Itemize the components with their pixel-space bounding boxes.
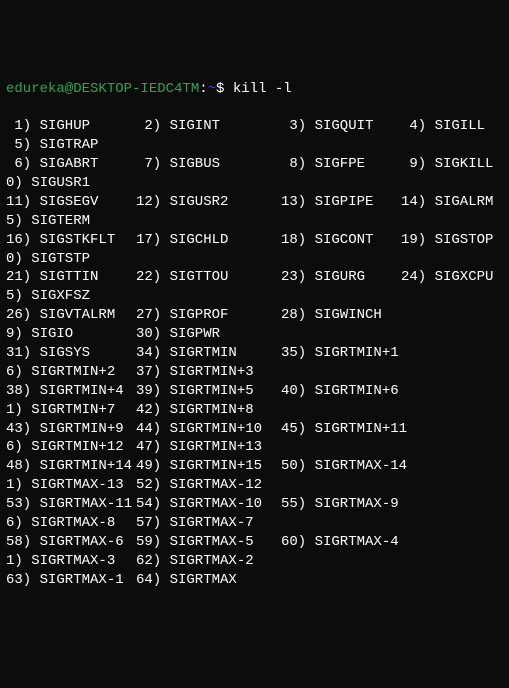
signal-entry: 39) SIGRTMIN+5 [136,382,281,401]
signal-row: 58) SIGRTMAX-659) SIGRTMAX-560) SIGRTMAX… [6,533,503,552]
signal-row: 53) SIGRTMAX-1154) SIGRTMAX-1055) SIGRTM… [6,495,503,514]
signal-entry: 6) SIGRTMIN+12 [6,438,136,457]
signal-entry: 34) SIGRTMIN [136,344,281,363]
signal-entry: 11) SIGSEGV [6,193,136,212]
signal-entry: 1) SIGRTMAX-3 [6,552,136,571]
signal-entry: 1) SIGHUP [6,117,136,136]
signal-row: 63) SIGRTMAX-164) SIGRTMAX [6,571,503,590]
signal-entry: 58) SIGRTMAX-6 [6,533,136,552]
signal-entry: 2) SIGINT [136,117,281,136]
cwd-path: ~ [208,81,216,97]
signal-entry: 5) SIGXFSZ [6,287,136,306]
signal-entry: 59) SIGRTMAX-5 [136,533,281,552]
signal-row: 0) SIGTSTP [6,250,503,269]
cmd-symbol: $ [216,81,233,97]
command-text: kill -l [233,81,292,97]
signal-entry: 6) SIGRTMIN+2 [6,363,136,382]
signal-entry: 1) SIGRTMIN+7 [6,401,136,420]
signal-row: 11) SIGSEGV12) SIGUSR213) SIGPIPE14) SIG… [6,193,503,212]
signal-entry: 1) SIGRTMAX-13 [6,476,136,495]
signal-entry: 16) SIGSTKFLT [6,231,136,250]
signal-entry: 37) SIGRTMIN+3 [136,363,281,382]
signal-entry: 43) SIGRTMIN+9 [6,420,136,439]
signal-entry: 45) SIGRTMIN+11 [281,420,401,439]
signal-row: 6) SIGRTMIN+1247) SIGRTMIN+13 [6,438,503,457]
signal-entry: 57) SIGRTMAX-7 [136,514,281,533]
signal-entry: 23) SIGURG [281,268,401,287]
signal-entry: 7) SIGBUS [136,155,281,174]
signal-row: 1) SIGHUP 2) SIGINT 3) SIGQUIT 4) SIGILL [6,117,503,136]
signal-entry: 35) SIGRTMIN+1 [281,344,401,363]
signal-entry: 28) SIGWINCH [281,306,401,325]
signal-entry: 13) SIGPIPE [281,193,401,212]
signal-entry: 42) SIGRTMIN+8 [136,401,281,420]
signal-entry: 54) SIGRTMAX-10 [136,495,281,514]
signal-row: 5) SIGTRAP [6,136,503,155]
signal-row: 1) SIGRTMAX-362) SIGRTMAX-2 [6,552,503,571]
signal-entry: 4) SIGILL [401,117,485,136]
signal-row: 16) SIGSTKFLT17) SIGCHLD18) SIGCONT19) S… [6,231,503,250]
signal-row: 5) SIGTERM [6,212,503,231]
signal-entry: 5) SIGTRAP [6,136,136,155]
signal-row: 38) SIGRTMIN+439) SIGRTMIN+540) SIGRTMIN… [6,382,503,401]
signal-entry: 26) SIGVTALRM [6,306,136,325]
signal-entry: 6) SIGRTMAX-8 [6,514,136,533]
signal-entry: 55) SIGRTMAX-9 [281,495,401,514]
signal-row: 26) SIGVTALRM27) SIGPROF28) SIGWINCH [6,306,503,325]
signal-entry: 12) SIGUSR2 [136,193,281,212]
signal-row: 6) SIGRTMIN+237) SIGRTMIN+3 [6,363,503,382]
signal-entry: 40) SIGRTMIN+6 [281,382,401,401]
prompt-line[interactable]: edureka@DESKTOP-IEDC4TM:~$ kill -l [6,80,503,99]
signal-row: 9) SIGIO30) SIGPWR [6,325,503,344]
signal-row: 1) SIGRTMIN+742) SIGRTMIN+8 [6,401,503,420]
signal-entry: 53) SIGRTMAX-11 [6,495,136,514]
colon: : [199,81,207,97]
signal-entry: 64) SIGRTMAX [136,571,281,590]
signal-entry: 50) SIGRTMAX-14 [281,457,401,476]
signal-row: 5) SIGXFSZ [6,287,503,306]
signal-entry: 8) SIGFPE [281,155,401,174]
signal-row: 21) SIGTTIN22) SIGTTOU23) SIGURG24) SIGX… [6,268,503,287]
signal-entry: 30) SIGPWR [136,325,281,344]
signal-entry: 52) SIGRTMAX-12 [136,476,281,495]
signal-row: 31) SIGSYS34) SIGRTMIN35) SIGRTMIN+1 [6,344,503,363]
signal-row: 0) SIGUSR1 [6,174,503,193]
signal-entry: 9) SIGIO [6,325,136,344]
signal-entry: 9) SIGKILL [401,155,493,174]
signal-entry: 47) SIGRTMIN+13 [136,438,281,457]
signal-entry: 48) SIGRTMIN+14 [6,457,136,476]
signal-entry: 3) SIGQUIT [281,117,401,136]
signal-row: 43) SIGRTMIN+944) SIGRTMIN+1045) SIGRTMI… [6,420,503,439]
signal-entry: 24) SIGXCPU [401,268,493,287]
signal-entry: 0) SIGUSR1 [6,174,136,193]
signal-entry: 31) SIGSYS [6,344,136,363]
signal-row: 1) SIGRTMAX-1352) SIGRTMAX-12 [6,476,503,495]
signal-entry: 38) SIGRTMIN+4 [6,382,136,401]
user-host: edureka@DESKTOP-IEDC4TM [6,81,199,97]
signal-entry: 27) SIGPROF [136,306,281,325]
signal-entry: 14) SIGALRM [401,193,493,212]
signal-row: 6) SIGRTMAX-857) SIGRTMAX-7 [6,514,503,533]
signal-entry: 60) SIGRTMAX-4 [281,533,401,552]
signal-entry: 22) SIGTTOU [136,268,281,287]
signal-entry: 21) SIGTTIN [6,268,136,287]
signal-entry: 17) SIGCHLD [136,231,281,250]
signal-entry: 5) SIGTERM [6,212,136,231]
signal-entry: 6) SIGABRT [6,155,136,174]
signal-entry: 44) SIGRTMIN+10 [136,420,281,439]
signal-entry: 18) SIGCONT [281,231,401,250]
signal-entry: 63) SIGRTMAX-1 [6,571,136,590]
signal-entry: 0) SIGTSTP [6,250,136,269]
signal-row: 6) SIGABRT 7) SIGBUS 8) SIGFPE 9) SIGKIL… [6,155,503,174]
signal-entry: 19) SIGSTOP [401,231,493,250]
signal-entry: 49) SIGRTMIN+15 [136,457,281,476]
signal-entry: 62) SIGRTMAX-2 [136,552,281,571]
signal-row: 48) SIGRTMIN+1449) SIGRTMIN+1550) SIGRTM… [6,457,503,476]
kill-output: 1) SIGHUP 2) SIGINT 3) SIGQUIT 4) SIGILL… [6,117,503,589]
